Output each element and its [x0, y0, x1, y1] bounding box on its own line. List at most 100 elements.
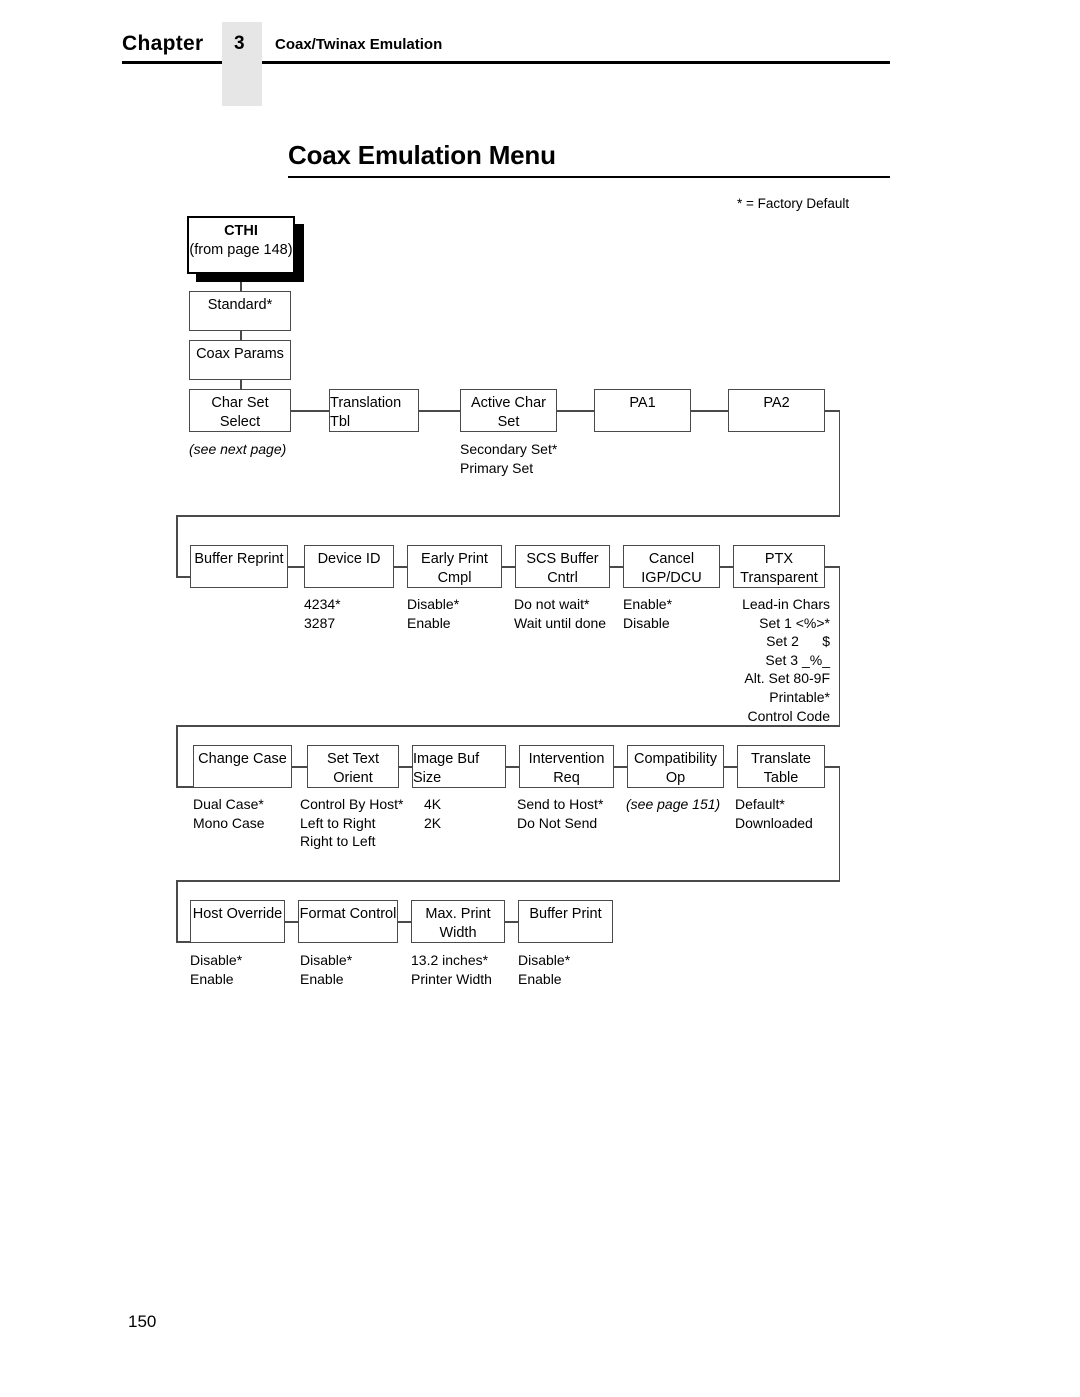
wrap-r4-in-h — [176, 941, 190, 943]
chapter-subject: Coax/Twinax Emulation — [275, 36, 443, 53]
header-rule-right — [262, 61, 890, 64]
node-compatibility-op-line2: Op — [665, 770, 686, 786]
node-buffer-reprint: Buffer Reprint — [190, 545, 288, 588]
node-change-case: Change Case — [193, 745, 292, 788]
node-translate-table-line1: Translate — [751, 751, 811, 767]
node-cthi: CTHI (from page 148) — [187, 216, 295, 274]
connector-root-to-standard — [240, 282, 242, 291]
node-active-char-set: Active Char Set — [460, 389, 557, 432]
wrap-r2-down — [838, 566, 840, 726]
wrap-r3-to-r4-h — [176, 880, 840, 882]
node-pa2: PA2 — [728, 389, 825, 432]
connector-r4-1 — [285, 921, 298, 923]
connector-r1-4 — [691, 410, 728, 412]
connector-r3-2 — [399, 766, 412, 768]
wrap-r2-in-h — [176, 576, 190, 578]
options-max-print-width: 13.2 inches* Printer Width — [411, 952, 492, 987]
chapter-label: Chapter — [122, 32, 204, 55]
node-format-control-line1: Format Control — [299, 906, 397, 922]
node-max-print-width-line2: Width — [439, 925, 477, 941]
options-translate-table: Default* Downloaded — [735, 796, 813, 831]
chapter-number: 3 — [234, 33, 245, 54]
node-early-print-cmpl-line1: Early Print — [421, 551, 488, 567]
connector-standard-to-coax-params — [240, 331, 242, 340]
node-set-text-orient: Set Text Orient — [307, 745, 399, 788]
node-translate-table: Translate Table — [737, 745, 825, 788]
header-rule-left — [122, 61, 222, 64]
connector-r2-5 — [720, 566, 733, 568]
options-set-text-orient: Control By Host* Left to Right Right to … — [300, 796, 404, 850]
connector-r1-2 — [419, 410, 460, 412]
node-host-override-line1: Host Override — [192, 906, 283, 922]
connector-r3-3 — [506, 766, 519, 768]
connector-r3-1 — [292, 766, 307, 768]
node-intervention-req: Intervention Req — [519, 745, 614, 788]
wrap-r1-down — [838, 410, 840, 516]
connector-r1-1 — [291, 410, 329, 412]
node-max-print-width-line1: Max. Print — [425, 906, 491, 922]
node-early-print-cmpl-line2: Cmpl — [437, 570, 472, 586]
node-cancel-igp-dcu-line1: Cancel — [648, 551, 695, 567]
node-set-text-orient-line1: Set Text — [326, 751, 380, 767]
node-coax-params-line1: Coax Params — [196, 346, 284, 362]
node-image-buf-size: Image Buf Size — [412, 745, 506, 788]
node-compatibility-op-line1: Compatibility — [634, 751, 717, 767]
node-pa1: PA1 — [594, 389, 691, 432]
options-early-print-cmpl: Disable* Enable — [407, 596, 460, 631]
node-scs-buffer-cntrl: SCS Buffer Cntrl — [515, 545, 610, 588]
wrap-r2-in-down — [176, 515, 178, 577]
connector-r2-3 — [502, 566, 515, 568]
node-coax-params: Coax Params — [189, 340, 291, 380]
node-translation-tbl-line1: Translation Tbl — [330, 395, 402, 430]
connector-r1-3 — [557, 410, 594, 412]
node-host-override: Host Override — [190, 900, 285, 943]
node-max-print-width: Max. Print Width — [411, 900, 505, 943]
options-active-char-set: Secondary Set* Primary Set — [460, 441, 558, 476]
options-cancel-igp-dcu: Enable* Disable — [623, 596, 673, 631]
node-set-text-orient-line2: Orient — [333, 770, 373, 786]
page-number: 150 — [128, 1312, 157, 1331]
wrap-r1-to-r2-h — [176, 515, 840, 517]
node-active-char-set-line2: Set — [497, 414, 520, 430]
node-char-set-select: Char Set Select — [189, 389, 291, 432]
node-buffer-print-line1: Buffer Print — [529, 906, 602, 922]
node-cancel-igp-dcu-line2: IGP/DCU — [641, 570, 702, 586]
node-cthi-line2: (from page 148) — [189, 242, 293, 258]
options-change-case: Dual Case* Mono Case — [193, 796, 265, 831]
wrap-r3-in-down — [176, 725, 178, 787]
node-translate-table-line2: Table — [763, 770, 799, 786]
node-cancel-igp-dcu: Cancel IGP/DCU — [623, 545, 720, 588]
options-image-buf-size: 4K 2K — [424, 796, 442, 831]
node-ptx-transparent-line1: PTX — [764, 551, 794, 567]
node-change-case-line1: Change Case — [198, 751, 287, 767]
wrap-r2-to-r3-h — [176, 725, 840, 727]
options-ptx-transparent: Lead-in Chars Set 1 <%>* Set 2 $ Set 3 _… — [742, 596, 830, 724]
node-device-id-line1: Device ID — [317, 551, 381, 567]
connector-r2-4 — [610, 566, 623, 568]
node-pa1-line1: PA1 — [629, 395, 656, 411]
node-ptx-transparent-line2: Transparent — [740, 570, 818, 586]
connector-r4-3 — [505, 921, 518, 923]
options-format-control: Disable* Enable — [300, 952, 353, 987]
page-title: Coax Emulation Menu — [288, 140, 556, 170]
wrap-r3-in-h — [176, 786, 193, 788]
node-active-char-set-line1: Active Char — [471, 395, 546, 411]
node-compatibility-op: Compatibility Op — [627, 745, 724, 788]
connector-r2-1 — [288, 566, 304, 568]
node-ptx-transparent: PTX Transparent — [733, 545, 825, 588]
factory-default-legend: * = Factory Default — [737, 196, 850, 211]
options-device-id: 4234* 3287 — [304, 596, 341, 631]
title-underline — [288, 176, 890, 178]
node-scs-buffer-cntrl-line1: SCS Buffer — [526, 551, 599, 567]
node-intervention-req-line1: Intervention — [528, 751, 605, 767]
options-host-override: Disable* Enable — [190, 952, 243, 987]
node-pa2-line1: PA2 — [763, 395, 790, 411]
connector-r3-5 — [724, 766, 737, 768]
node-char-set-select-line1: Char Set — [211, 395, 269, 411]
node-device-id: Device ID — [304, 545, 394, 588]
wrap-r4-in-down — [176, 880, 178, 942]
node-buffer-reprint-line1: Buffer Reprint — [194, 551, 284, 567]
node-intervention-req-line2: Req — [553, 770, 580, 786]
node-cthi-line1: CTHI — [224, 223, 258, 239]
node-standard-line1: Standard* — [207, 297, 273, 313]
